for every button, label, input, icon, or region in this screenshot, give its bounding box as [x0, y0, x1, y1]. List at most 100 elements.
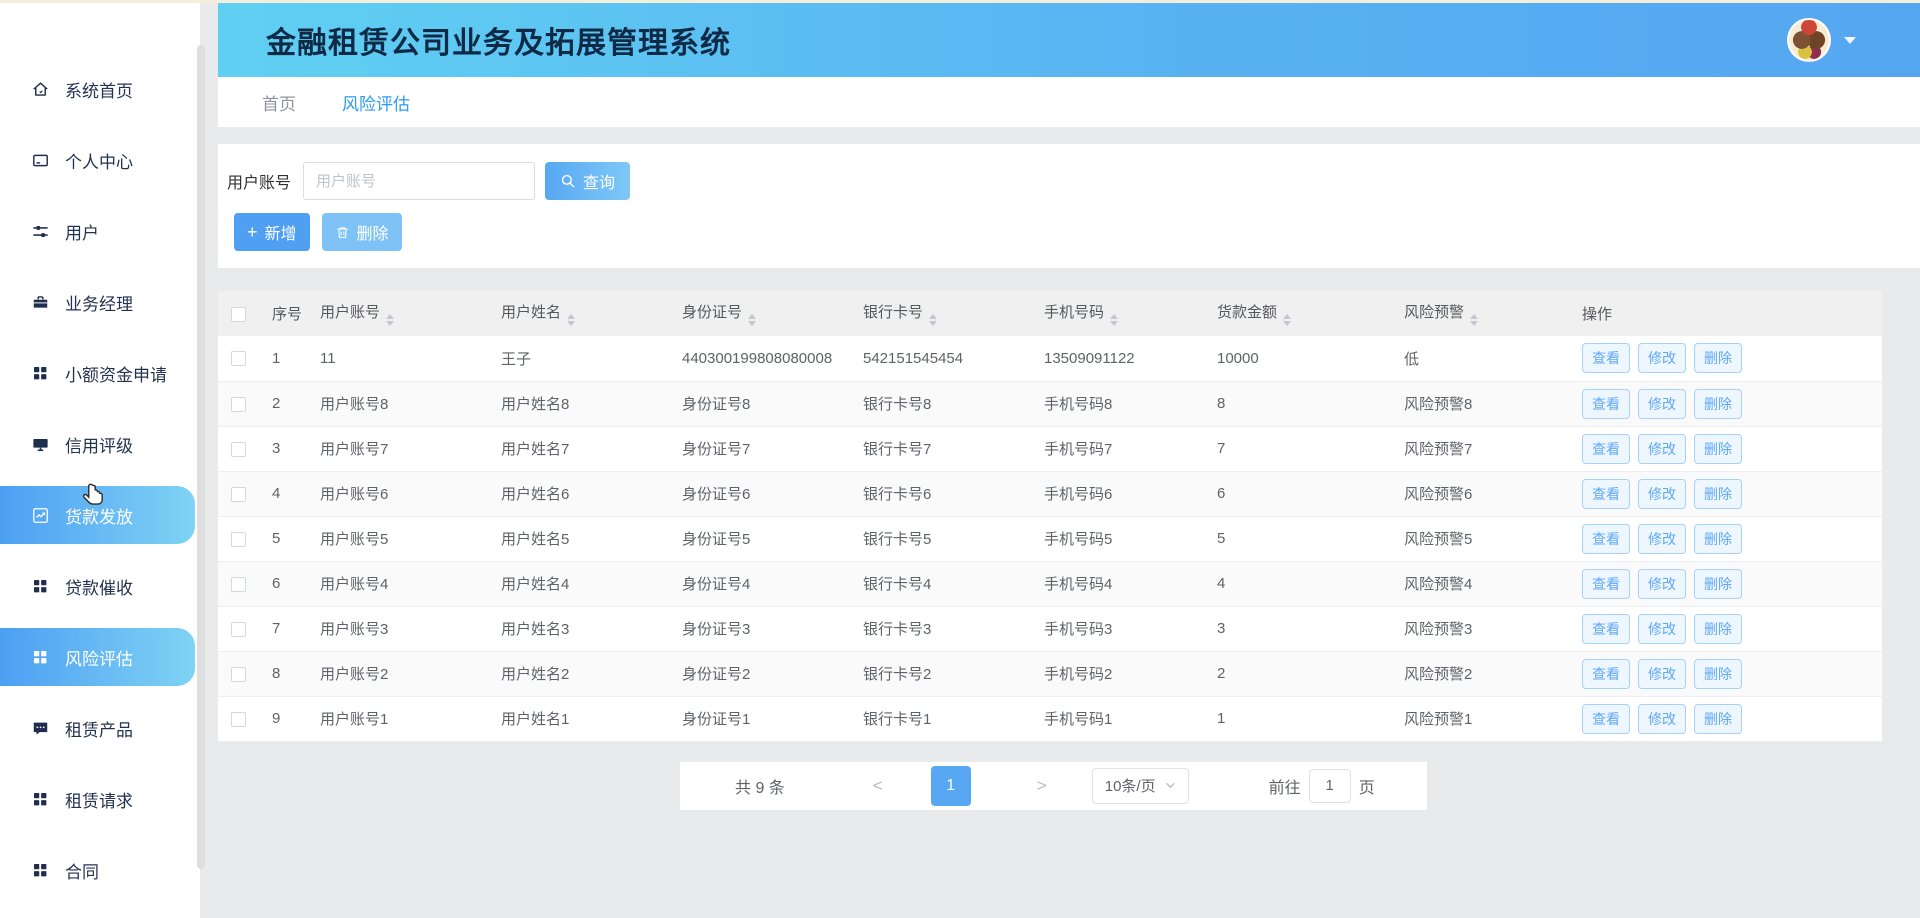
query-button[interactable]: 查询: [545, 162, 630, 200]
sort-icon[interactable]: [567, 314, 575, 326]
column-header[interactable]: 手机号码: [1044, 291, 1217, 336]
view-button[interactable]: 查看: [1582, 343, 1630, 373]
table-cell: 手机号码5: [1044, 516, 1217, 561]
table-cell: 银行卡号2: [863, 651, 1044, 696]
view-button[interactable]: 查看: [1582, 524, 1630, 554]
actions-cell: 查看修改删除: [1582, 381, 1882, 426]
sort-icon[interactable]: [1110, 314, 1118, 326]
sidebar-scrollbar[interactable]: [197, 45, 205, 869]
table-row: 9用户账号1用户姓名1身份证号1银行卡号1手机号码11风险预警1查看修改删除: [218, 696, 1882, 741]
chevron-down-icon[interactable]: [1844, 37, 1856, 44]
delete-row-button[interactable]: 删除: [1694, 343, 1742, 373]
delete-row-button[interactable]: 删除: [1694, 389, 1742, 419]
edit-button[interactable]: 修改: [1638, 704, 1686, 734]
goto-page-input[interactable]: [1309, 769, 1351, 803]
page-size-select[interactable]: 10条/页: [1092, 768, 1189, 804]
edit-button[interactable]: 修改: [1638, 389, 1686, 419]
delete-row-button[interactable]: 删除: [1694, 704, 1742, 734]
column-header[interactable]: 风险预警: [1404, 291, 1582, 336]
row-checkbox[interactable]: [231, 397, 246, 412]
prev-page-button[interactable]: <: [873, 776, 883, 796]
sidebar-item[interactable]: 租赁请求: [0, 770, 200, 828]
row-checkbox[interactable]: [231, 622, 246, 637]
sort-icon[interactable]: [386, 314, 394, 326]
sidebar-item[interactable]: 业务经理: [0, 273, 200, 331]
sort-icon[interactable]: [929, 314, 937, 326]
delete-row-button[interactable]: 删除: [1694, 569, 1742, 599]
row-checkbox[interactable]: [231, 442, 246, 457]
table-cell: 低: [1404, 336, 1582, 381]
view-button[interactable]: 查看: [1582, 389, 1630, 419]
sort-icon[interactable]: [748, 314, 756, 326]
actions-cell: 查看修改删除: [1582, 651, 1882, 696]
edit-button[interactable]: 修改: [1638, 659, 1686, 689]
delete-row-button[interactable]: 删除: [1694, 479, 1742, 509]
row-checkbox[interactable]: [231, 532, 246, 547]
table-cell: 5: [1217, 516, 1404, 561]
view-button[interactable]: 查看: [1582, 704, 1630, 734]
sort-icon[interactable]: [1283, 314, 1291, 326]
table-cell: 身份证号8: [682, 381, 863, 426]
sidebar-item[interactable]: 货款发放: [0, 486, 195, 544]
column-header[interactable]: 用户账号: [320, 291, 501, 336]
next-page-button[interactable]: >: [1037, 776, 1047, 796]
view-button[interactable]: 查看: [1582, 659, 1630, 689]
sidebar-item[interactable]: 租赁产品: [0, 699, 200, 757]
column-header[interactable]: 身份证号: [682, 291, 863, 336]
column-header[interactable]: 用户姓名: [501, 291, 682, 336]
view-button[interactable]: 查看: [1582, 434, 1630, 464]
edit-button[interactable]: 修改: [1638, 569, 1686, 599]
edit-button[interactable]: 修改: [1638, 614, 1686, 644]
delete-row-button[interactable]: 删除: [1694, 434, 1742, 464]
edit-button[interactable]: 修改: [1638, 524, 1686, 554]
sidebar-item[interactable]: 风险评估: [0, 628, 195, 686]
sidebar-item[interactable]: 合同: [0, 841, 200, 899]
sidebar-item[interactable]: 系统首页: [0, 60, 200, 118]
breadcrumb-current: 风险评估: [342, 90, 410, 115]
delete-button-label: 删除: [357, 220, 389, 244]
select-all-checkbox[interactable]: [231, 307, 246, 322]
search-icon: [560, 173, 576, 189]
sidebar-item[interactable]: 用户: [0, 202, 200, 260]
table-row: 111王子44030019980808000854215154545413509…: [218, 336, 1882, 381]
sliders-icon: [30, 221, 50, 241]
view-button[interactable]: 查看: [1582, 479, 1630, 509]
sidebar-item[interactable]: 个人中心: [0, 131, 200, 189]
sidebar: 系统首页个人中心用户业务经理小额资金申请信用评级货款发放贷款催收风险评估租赁产品…: [0, 3, 200, 918]
edit-button[interactable]: 修改: [1638, 434, 1686, 464]
breadcrumb-home[interactable]: 首页: [262, 90, 296, 115]
sidebar-item[interactable]: 贷款催收: [0, 557, 200, 615]
app-header: 金融租赁公司业务及拓展管理系统: [218, 3, 1920, 77]
view-button[interactable]: 查看: [1582, 569, 1630, 599]
column-header[interactable]: 货款金额: [1217, 291, 1404, 336]
table-row: 8用户账号2用户姓名2身份证号2银行卡号2手机号码22风险预警2查看修改删除: [218, 651, 1882, 696]
row-checkbox[interactable]: [231, 667, 246, 682]
checkbox-cell: [218, 381, 266, 426]
table-cell: 4: [1217, 561, 1404, 606]
delete-row-button[interactable]: 删除: [1694, 659, 1742, 689]
table-cell: 风险预警7: [1404, 426, 1582, 471]
edit-button[interactable]: 修改: [1638, 479, 1686, 509]
user-avatar[interactable]: [1787, 18, 1831, 62]
card-icon: [30, 150, 50, 170]
delete-row-button[interactable]: 删除: [1694, 614, 1742, 644]
column-header-label: 货款金额: [1217, 304, 1277, 321]
row-checkbox[interactable]: [231, 351, 246, 366]
table-cell: 手机号码4: [1044, 561, 1217, 606]
page-1-button[interactable]: 1: [931, 766, 971, 806]
view-button[interactable]: 查看: [1582, 614, 1630, 644]
checkbox-header: [218, 291, 266, 336]
sidebar-item[interactable]: 小额资金申请: [0, 344, 200, 402]
table-cell: 银行卡号1: [863, 696, 1044, 741]
row-checkbox[interactable]: [231, 577, 246, 592]
add-button[interactable]: + 新增: [234, 213, 310, 251]
column-header[interactable]: 银行卡号: [863, 291, 1044, 336]
row-checkbox[interactable]: [231, 487, 246, 502]
edit-button[interactable]: 修改: [1638, 343, 1686, 373]
delete-row-button[interactable]: 删除: [1694, 524, 1742, 554]
delete-button[interactable]: 删除: [322, 213, 402, 251]
sort-icon[interactable]: [1470, 314, 1478, 326]
search-input[interactable]: [303, 162, 535, 200]
row-checkbox[interactable]: [231, 712, 246, 727]
sidebar-item[interactable]: 信用评级: [0, 415, 200, 473]
